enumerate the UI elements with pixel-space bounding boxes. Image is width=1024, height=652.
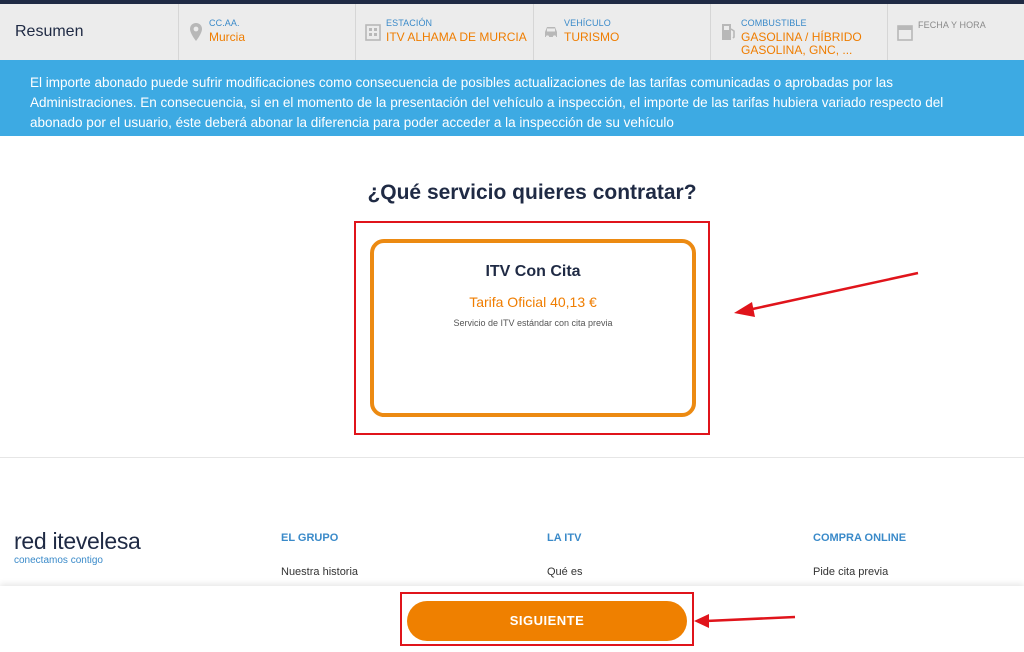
- annotation-arrows: [694, 271, 919, 628]
- arrow-to-next-button: [694, 614, 796, 628]
- arrow-to-card: [734, 271, 919, 317]
